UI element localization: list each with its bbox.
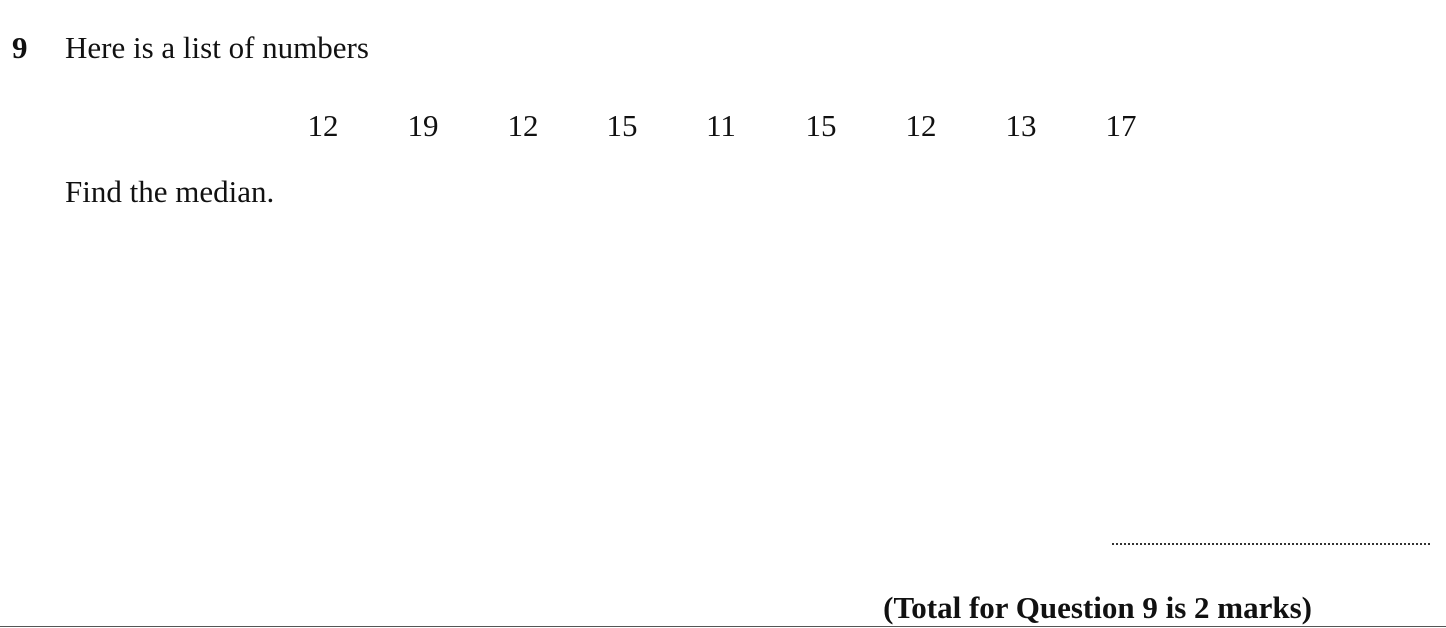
list-number: 13 [1005,108,1037,143]
bottom-divider [0,626,1446,627]
list-number: 12 [507,108,539,143]
list-number: 19 [407,108,439,143]
total-marks: (Total for Question 9 is 2 marks) [883,590,1312,625]
list-number: 11 [706,108,736,143]
list-number: 17 [1105,108,1137,143]
number-list: 12 19 12 15 11 15 12 13 17 [0,108,1446,144]
answer-line[interactable] [1112,543,1430,545]
list-number: 15 [805,108,837,143]
list-number: 12 [905,108,937,143]
list-number: 15 [606,108,638,143]
question-instruction: Find the median. [65,174,275,209]
list-number: 12 [307,108,339,143]
question-number: 9 [12,30,28,65]
question-intro: Here is a list of numbers [65,30,369,65]
